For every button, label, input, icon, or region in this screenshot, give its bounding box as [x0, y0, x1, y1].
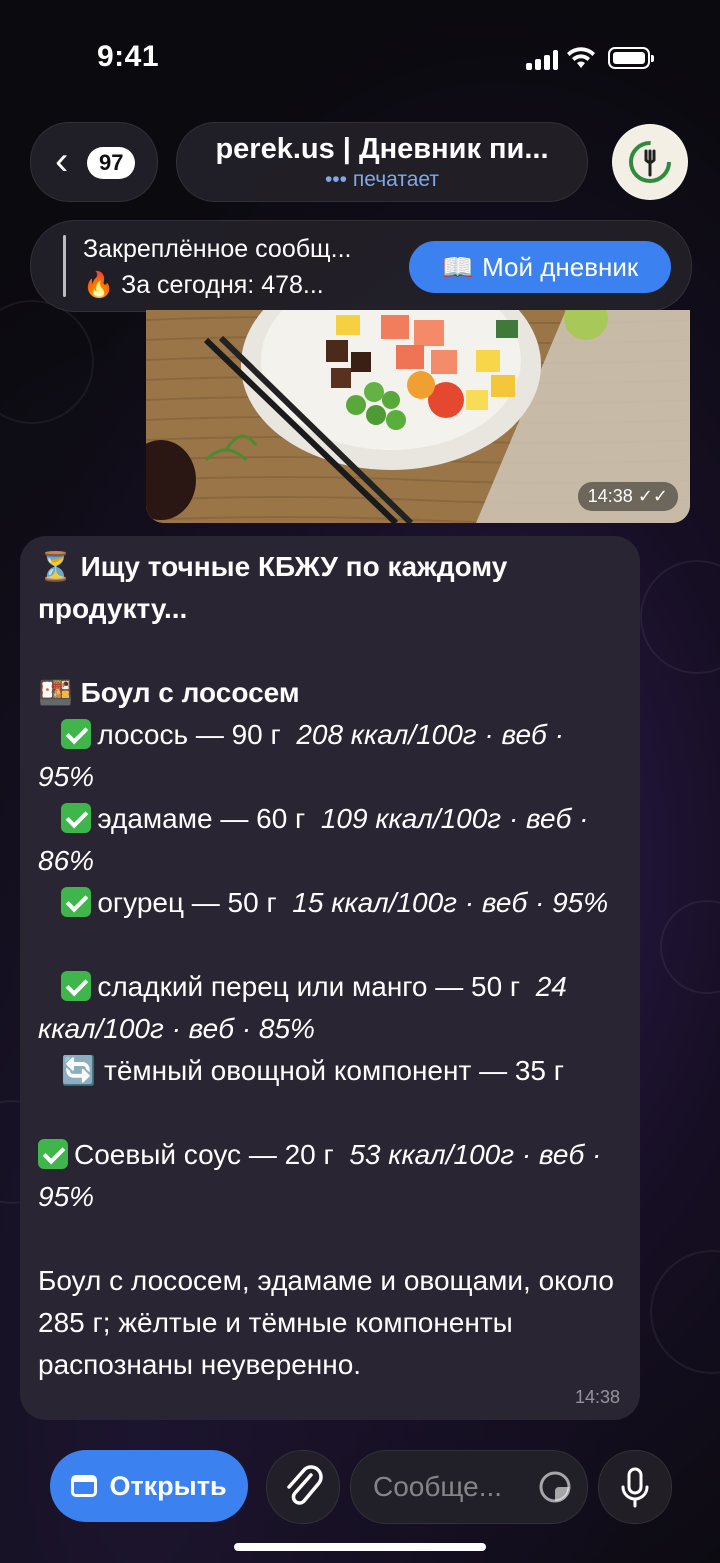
home-indicator: [234, 1543, 486, 1551]
status-bar: 9:41: [0, 0, 720, 110]
wifi-icon: [567, 47, 595, 68]
chat-title-pill[interactable]: perek.us | Дневник пи... ••• печатает: [176, 122, 588, 202]
message-placeholder: Сообще...: [373, 1471, 503, 1502]
paperclip-icon: [287, 1465, 323, 1505]
sticker-icon[interactable]: [537, 1469, 573, 1505]
food-photo[interactable]: 14:38 ✓✓: [146, 310, 690, 523]
unread-count-badge: 97: [87, 147, 136, 179]
ingredient-row: сладкий перец или манго — 50 г 24 ккал/1…: [38, 966, 618, 1050]
sauce-name: Соевый соус — 20 г: [74, 1139, 334, 1170]
summary-text: Боул с лососем, эдамаме и овощами, около…: [38, 1265, 614, 1380]
chat-title: perek.us | Дневник пи...: [215, 133, 549, 165]
ingredient-name: сладкий перец или манго — 50 г: [97, 971, 521, 1002]
battery-icon: [608, 47, 654, 69]
fire-icon: 🔥: [83, 271, 115, 299]
voice-message-button[interactable]: [598, 1450, 672, 1524]
photo-time: 14:38: [587, 486, 633, 506]
ingredient-row: лосось — 90 г 208 ккал/100г · веб · 95%: [38, 714, 618, 798]
hourglass-icon: ⏳: [38, 551, 73, 582]
refresh-icon: 🔄: [61, 1055, 97, 1086]
photo-timestamp: 14:38 ✓✓: [577, 482, 678, 511]
searching-text: Ищу точные КБЖУ по каждому продукту...: [38, 551, 508, 624]
ingredient-row: 🔄 тёмный овощной компонент — 35 г: [38, 1050, 618, 1092]
check-icon: [38, 1139, 68, 1169]
read-checks-icon: ✓✓: [637, 486, 668, 506]
open-app-label: Открыть: [109, 1470, 227, 1501]
pinned-title: Закреплённое сообщ...: [83, 235, 352, 263]
sauce-row: Соевый соус — 20 г 53 ккал/100г · веб · …: [38, 1134, 618, 1218]
window-icon: [71, 1475, 98, 1497]
pinned-preview: 🔥 За сегодня: 478...: [83, 271, 324, 300]
ingredient-name: лосось — 90 г: [97, 719, 281, 750]
ingredient-name: тёмный овощной компонент — 35 г: [104, 1055, 564, 1086]
bot-avatar[interactable]: [612, 124, 688, 200]
searching-line: ⏳ Ищу точные КБЖУ по каждому продукту...: [38, 546, 618, 630]
bento-box-icon: 🍱: [38, 677, 73, 708]
typing-dots-icon: •••: [324, 168, 348, 191]
typing-status-text: печатает: [352, 168, 440, 191]
pinned-indicator: [63, 235, 66, 297]
check-icon: [61, 887, 92, 917]
check-icon: [61, 719, 92, 749]
ingredient-row: эдамаме — 60 г 109 ккал/100г · веб · 86%: [38, 798, 618, 882]
my-diary-label: Мой дневник: [482, 251, 639, 282]
check-icon: [61, 803, 92, 833]
ingredient-name: огурец — 50 г: [97, 887, 277, 918]
fork-logo-icon: [629, 141, 671, 183]
dish-title: Боул с лососем: [80, 677, 300, 708]
chevron-left-icon: ‹: [55, 139, 69, 183]
message-input[interactable]: Сообще...: [350, 1450, 588, 1524]
ingredient-name: эдамаме — 60 г: [97, 803, 306, 834]
cellular-signal-icon: [526, 50, 558, 70]
back-button[interactable]: ‹ 97: [30, 122, 158, 202]
dish-title-line: 🍱 Боул с лососем: [38, 672, 618, 714]
open-app-button[interactable]: Открыть: [50, 1450, 248, 1522]
typing-status: ••• печатает: [177, 168, 587, 192]
open-book-icon: 📖: [441, 251, 475, 282]
pinned-message[interactable]: Закреплённое сообщ... 🔥 За сегодня: 478.…: [30, 220, 692, 312]
microphone-icon: [621, 1467, 649, 1508]
check-icon: [61, 971, 92, 1001]
my-diary-button[interactable]: 📖 Мой дневник: [409, 241, 671, 293]
pinned-preview-text: За сегодня: 478...: [121, 271, 324, 299]
ingredient-meta: 15 ккал/100г · веб · 95%: [292, 887, 609, 918]
message-timestamp: 14:38: [574, 1387, 620, 1407]
status-time: 9:41: [97, 40, 160, 73]
attach-button[interactable]: [266, 1450, 340, 1524]
ingredient-row: огурец — 50 г 15 ккал/100г · веб · 95%: [38, 882, 618, 924]
